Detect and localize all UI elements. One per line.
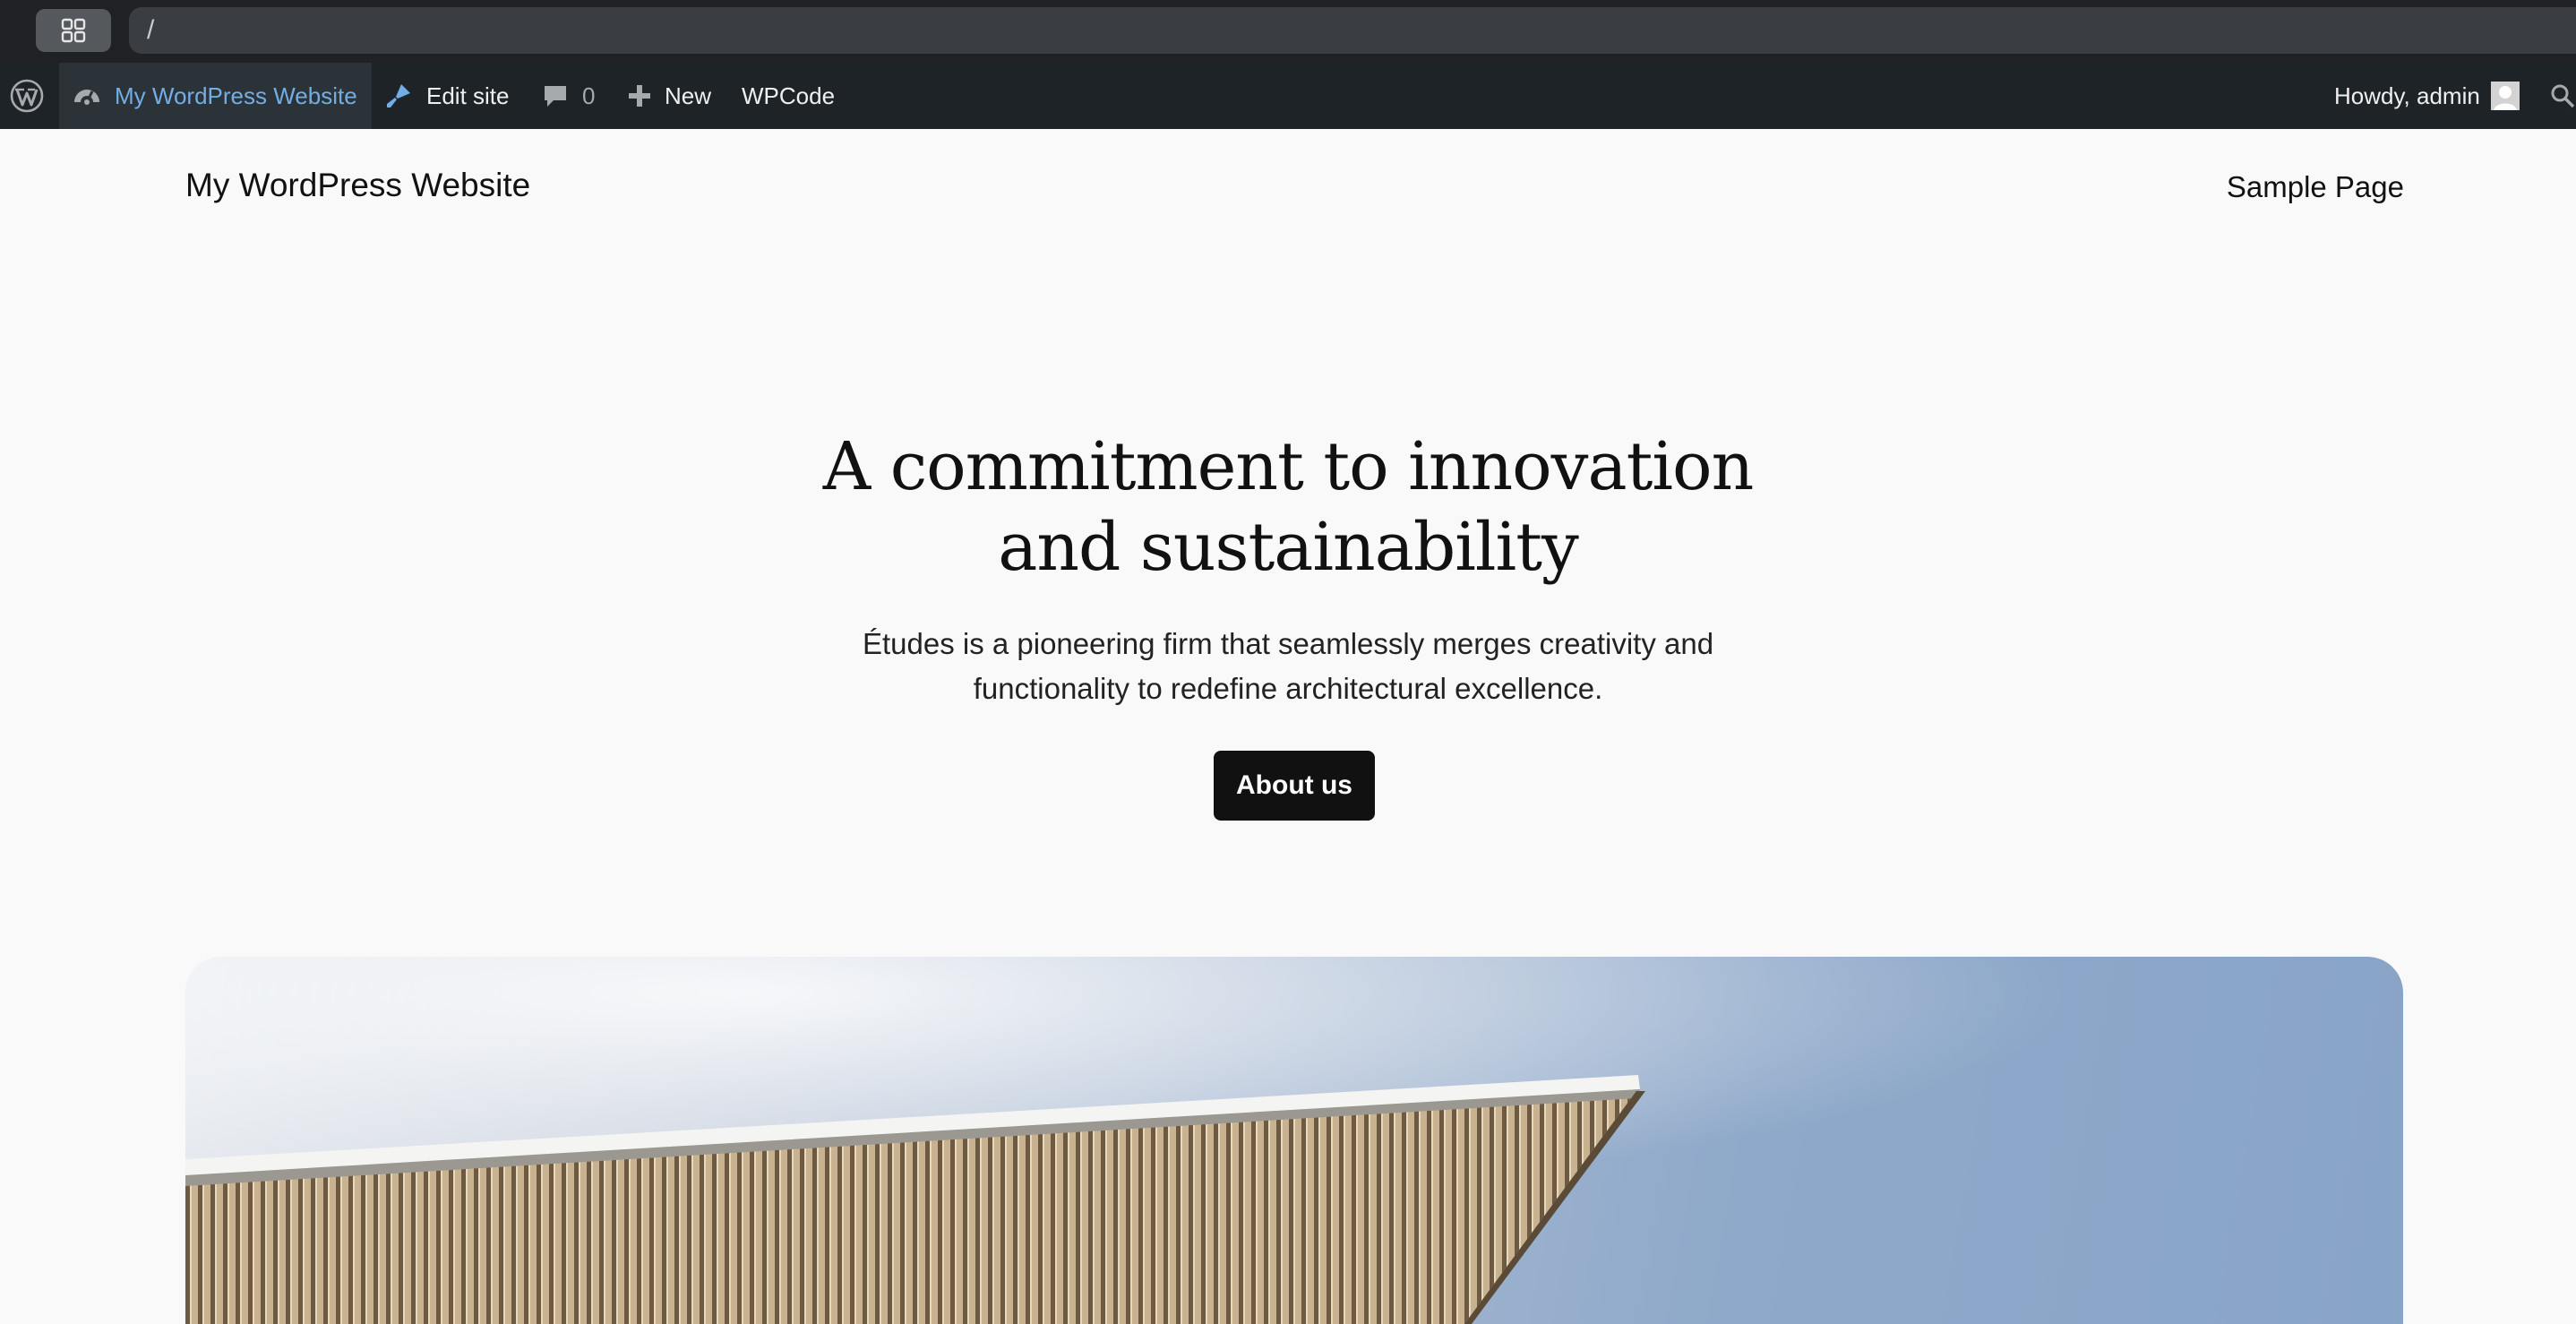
new-content-menu[interactable]: New: [627, 63, 711, 129]
wp-admin-bar: My WordPress Website Edit site 0 New WPC…: [0, 63, 2576, 129]
building-canopy-illustration: [185, 957, 2403, 1324]
wordpress-logo-icon: [10, 79, 44, 113]
plus-icon: [627, 83, 652, 108]
account-menu[interactable]: Howdy, admin: [2334, 63, 2520, 129]
hero-heading-line-2: and sustainability: [998, 509, 1578, 586]
edit-site-link[interactable]: Edit site: [383, 63, 510, 129]
brush-icon: [383, 81, 414, 111]
new-label: New: [665, 82, 712, 109]
hero-description-line-1: Études is a pioneering firm that seamles…: [862, 627, 1714, 660]
howdy-label: Howdy, admin: [2334, 82, 2480, 109]
about-us-button[interactable]: About us: [1214, 751, 1375, 821]
nav-link-sample-page[interactable]: Sample Page: [2227, 170, 2404, 204]
edit-site-label: Edit site: [426, 82, 510, 109]
site-title[interactable]: My WordPress Website: [185, 167, 530, 204]
comments-count: 0: [582, 82, 596, 109]
dashboard-gauge-icon: [72, 81, 102, 111]
site-name-label: My WordPress Website: [115, 82, 357, 109]
hero-heading-line-1: A commitment to innovation: [822, 428, 1754, 505]
admin-bar-search[interactable]: [2549, 63, 2576, 129]
hero-description-line-2: functionality to redefine architectural …: [973, 672, 1603, 705]
hero-description: Études is a pioneering firm that seamles…: [0, 622, 2576, 711]
grid-icon: [61, 18, 86, 43]
wpcode-label: WPCode: [742, 82, 836, 109]
comment-bubble-icon: [541, 82, 570, 110]
hero-image: [185, 957, 2403, 1324]
address-bar[interactable]: [129, 7, 2576, 54]
tab-grid-button[interactable]: [36, 9, 111, 52]
admin-bar-site-name[interactable]: My WordPress Website: [59, 63, 372, 129]
wp-logo-menu[interactable]: [5, 63, 48, 129]
browser-toolbar: [0, 0, 2576, 63]
hero-heading: A commitment to innovation and sustainab…: [0, 426, 2576, 588]
search-icon: [2551, 84, 2575, 108]
avatar: [2490, 82, 2520, 110]
wpcode-menu[interactable]: WPCode: [742, 63, 835, 129]
comments-link[interactable]: 0: [541, 63, 595, 129]
